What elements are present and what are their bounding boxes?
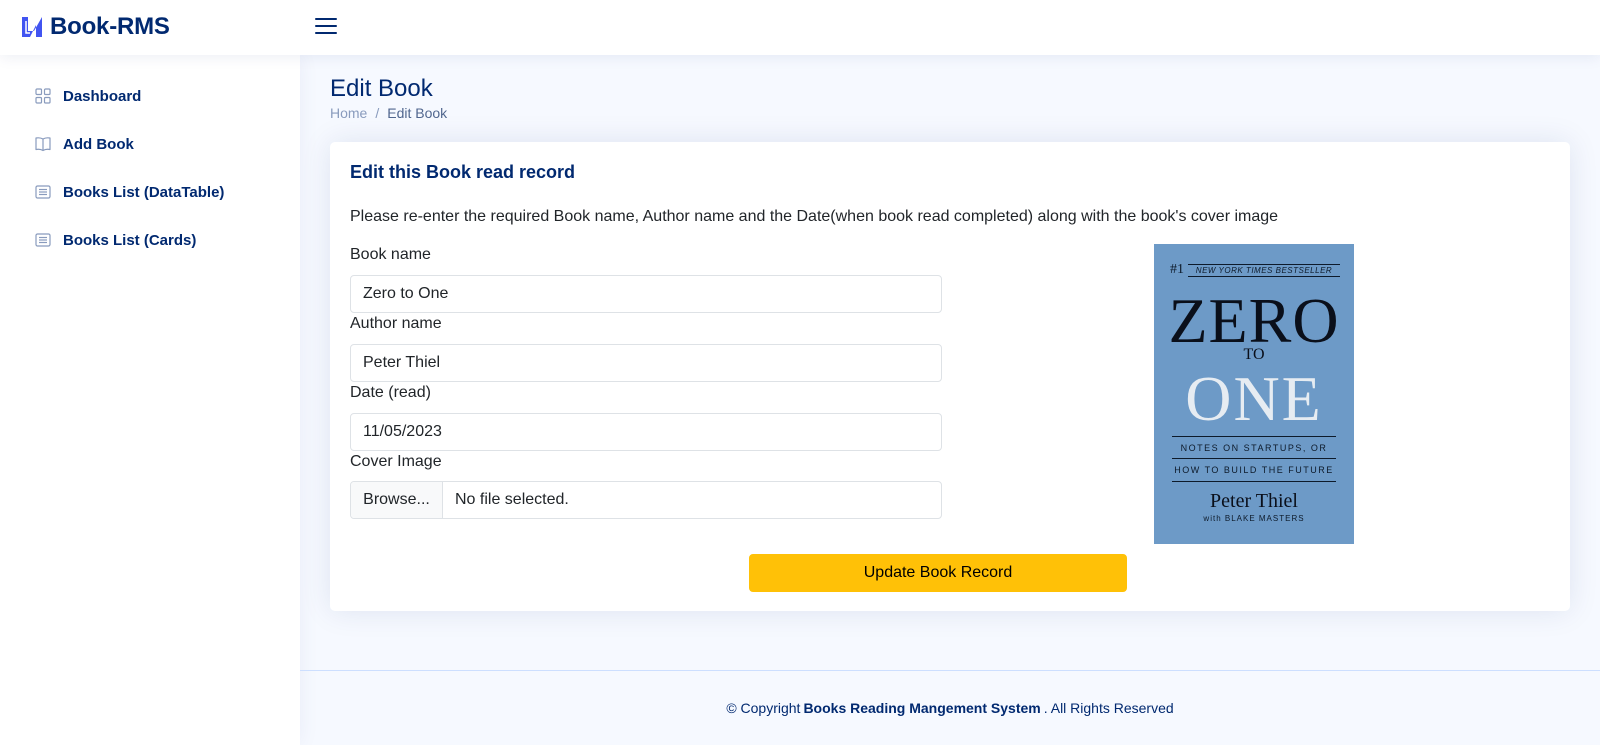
- book-name-label: Book name: [350, 246, 431, 263]
- file-status-text: No file selected.: [455, 491, 569, 508]
- sidebar-item-label: Dashboard: [63, 87, 142, 105]
- cover-banner-text: NEW YORK TIMES BESTSELLER: [1188, 263, 1340, 277]
- update-book-record-button[interactable]: Update Book Record: [749, 554, 1127, 592]
- footer-site-name: Books Reading Mangement System: [803, 700, 1041, 716]
- cover-banner: #1 NEW YORK TIMES BESTSELLER: [1170, 262, 1340, 278]
- book-cover-image: #1 NEW YORK TIMES BESTSELLER ZERO TO ONE…: [1154, 244, 1354, 544]
- brand-name: Book-RMS: [50, 13, 170, 40]
- sidebar: Dashboard Add Book Books List (DataTable…: [0, 55, 300, 745]
- breadcrumb-home-link[interactable]: Home: [330, 105, 367, 121]
- sidebar-item-label: Add Book: [63, 135, 134, 153]
- card-description: Please re-enter the required Book name, …: [350, 208, 1279, 225]
- author-name-label: Author name: [350, 315, 442, 332]
- logo-icon: [22, 17, 42, 37]
- sidebar-item-label: Books List (Cards): [63, 231, 197, 249]
- card-title: Edit this Book read record: [350, 162, 576, 182]
- list-icon: [35, 185, 51, 199]
- cover-author: Peter Thiel: [1210, 490, 1298, 512]
- edit-book-card: Edit this Book read record Please re-ent…: [330, 142, 1570, 611]
- sidebar-item-label: Books List (DataTable): [63, 183, 225, 201]
- breadcrumb: Home / Edit Book: [330, 105, 447, 121]
- cover-title-bottom: ONE: [1185, 363, 1323, 434]
- book-name-input[interactable]: [350, 275, 942, 313]
- cover-rank: #1: [1170, 262, 1184, 277]
- sidebar-item-add-book[interactable]: Add Book: [20, 123, 280, 165]
- sidebar-item-dashboard[interactable]: Dashboard: [20, 75, 280, 117]
- top-header: Book-RMS: [0, 0, 1600, 55]
- sidebar-item-books-datatable[interactable]: Books List (DataTable): [20, 171, 280, 213]
- author-name-input[interactable]: [350, 344, 942, 382]
- breadcrumb-current: Edit Book: [387, 105, 448, 121]
- main-content: Edit Book Home / Edit Book Edit this Boo…: [300, 55, 1600, 745]
- date-read-input[interactable]: [350, 413, 942, 451]
- list-icon: [35, 233, 51, 247]
- menu-toggle-icon[interactable]: [315, 16, 337, 36]
- cover-image-label: Cover Image: [350, 453, 442, 470]
- book-open-icon: [35, 137, 51, 152]
- brand-logo[interactable]: Book-RMS: [20, 13, 170, 41]
- page-title: Edit Book: [330, 75, 433, 102]
- breadcrumb-separator: /: [375, 105, 380, 121]
- cover-subtitle-1: NOTES ON STARTUPS, OR: [1172, 436, 1336, 453]
- cover-coauthor: with BLAKE MASTERS: [1203, 514, 1305, 523]
- browse-button[interactable]: Browse...: [351, 482, 443, 518]
- footer-suffix: . All Rights Reserved: [1043, 700, 1174, 716]
- grid-icon: [35, 88, 51, 104]
- footer-prefix: © Copyright: [726, 700, 801, 716]
- cover-subtitle-2: HOW TO BUILD THE FUTURE: [1172, 458, 1336, 482]
- footer: © Copyright Books Reading Mangement Syst…: [300, 670, 1600, 745]
- date-read-label: Date (read): [350, 384, 431, 401]
- cover-image-file-input[interactable]: Browse... No file selected.: [350, 481, 942, 519]
- sidebar-item-books-cards[interactable]: Books List (Cards): [20, 219, 280, 261]
